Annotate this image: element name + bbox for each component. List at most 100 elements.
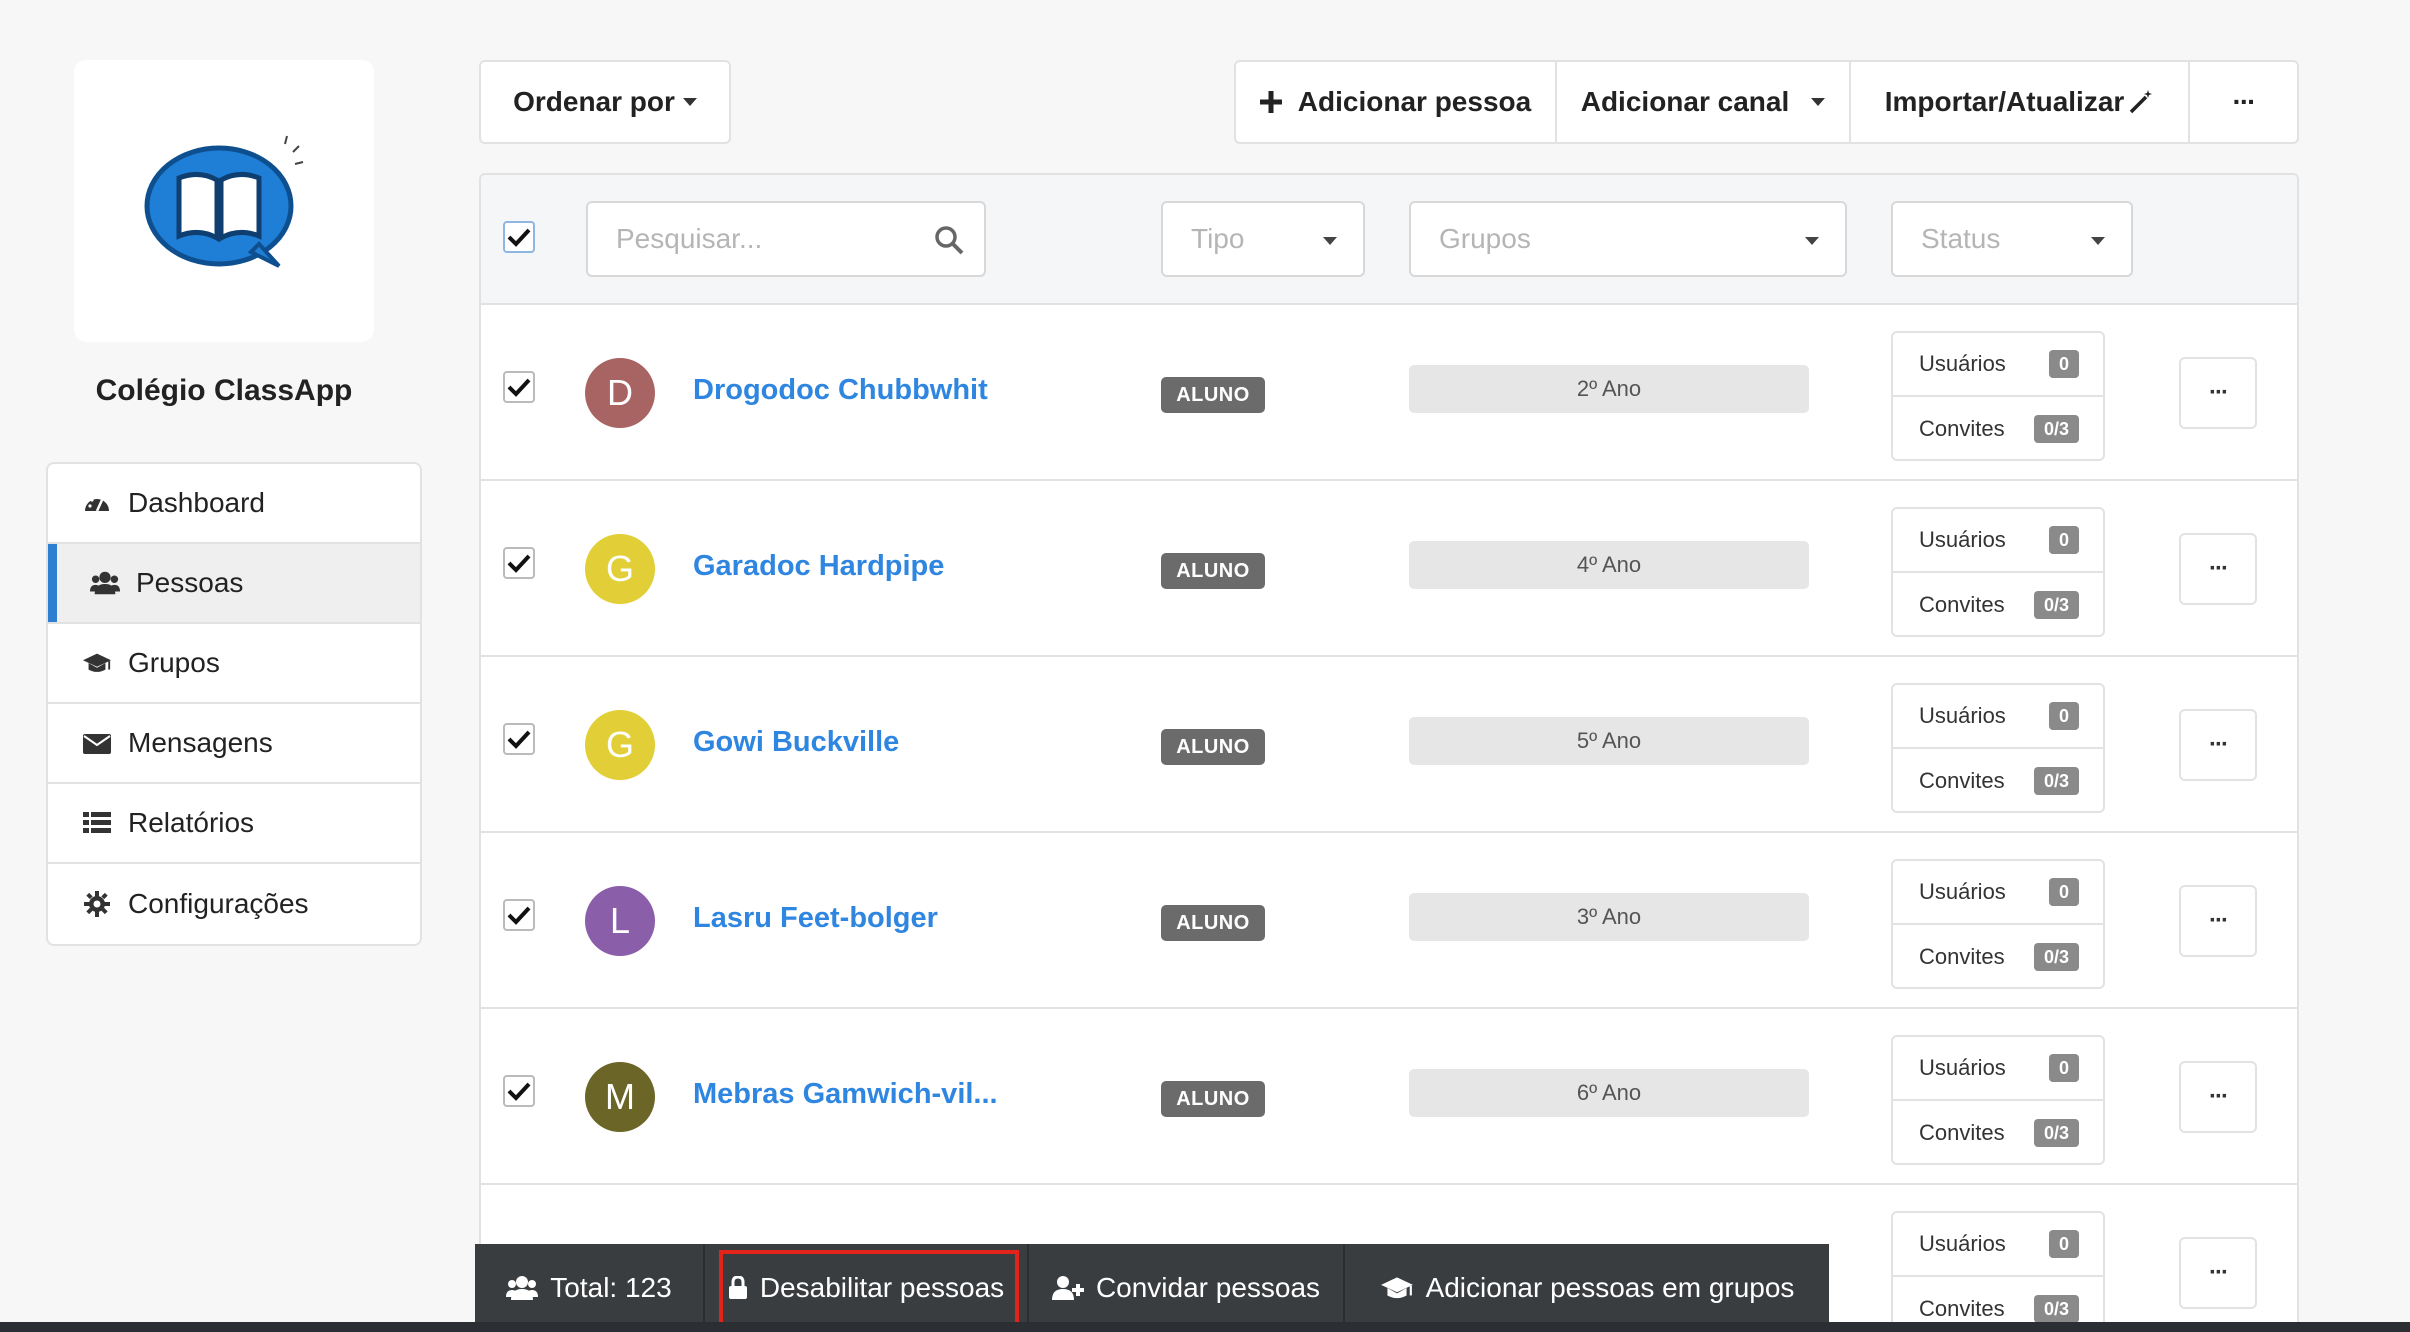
sidebar-item-mensagens[interactable]: Mensagens — [48, 704, 420, 784]
person-type-badge: ALUNO — [1161, 377, 1265, 413]
row-more-button[interactable]: ··· — [2179, 1061, 2257, 1133]
users-stat: Usuários 0 — [1893, 861, 2103, 925]
add-channel-dropdown[interactable]: Adicionar canal — [1557, 62, 1851, 142]
users-count-badge: 0 — [2048, 1054, 2079, 1082]
invites-label: Convites — [1919, 944, 2005, 969]
list-icon — [82, 808, 112, 838]
users-label: Usuários — [1919, 1055, 2006, 1080]
classapp-logo-icon — [144, 135, 304, 268]
users-stat: Usuários 0 — [1893, 509, 2103, 573]
row-checkbox[interactable] — [503, 547, 535, 579]
users-count-badge: 0 — [2048, 702, 2079, 730]
row-checkbox[interactable] — [503, 723, 535, 755]
invites-label: Convites — [1919, 1120, 2005, 1145]
import-update-button[interactable]: Importar/Atualizar — [1851, 62, 2190, 142]
invites-label: Convites — [1919, 1296, 2005, 1321]
select-all-checkbox[interactable] — [503, 221, 535, 253]
users-stat: Usuários 0 — [1893, 685, 2103, 749]
avatar-initial: D — [607, 372, 633, 413]
ellipsis-icon: ··· — [2209, 1259, 2229, 1286]
status-box: Usuários 0 Convites 0/3 — [1891, 1035, 2105, 1165]
users-count-badge: 0 — [2048, 526, 2079, 554]
user-plus-icon — [1051, 1276, 1084, 1300]
row-more-button[interactable]: ··· — [2179, 357, 2257, 429]
person-name-link[interactable]: Gowi Buckville — [693, 726, 899, 759]
check-icon — [507, 1082, 531, 1101]
logo[interactable] — [74, 60, 374, 342]
invites-count-badge: 0/3 — [2033, 767, 2079, 795]
more-options-button[interactable]: ··· — [2190, 62, 2297, 142]
invite-people-button[interactable]: Convidar pessoas — [1029, 1244, 1345, 1332]
sidebar-item-relatorios[interactable]: Relatórios — [48, 784, 420, 864]
users-label: Usuários — [1919, 527, 2006, 552]
row-checkbox[interactable] — [503, 371, 535, 403]
person-name-link[interactable]: Garadoc Hardpipe — [693, 550, 944, 583]
person-name-link[interactable]: Mebras Gamwich-vil... — [693, 1078, 998, 1111]
row-more-button[interactable]: ··· — [2179, 1237, 2257, 1309]
users-icon — [506, 1276, 539, 1300]
toolbar-button-group: Adicionar pessoa Adicionar canal Importa… — [1234, 60, 2299, 144]
add-people-to-groups-button[interactable]: Adicionar pessoas em grupos — [1345, 1244, 1829, 1332]
filter-row: Tipo Grupos Status — [481, 175, 2297, 305]
status-box: Usuários 0 Convites 0/3 — [1891, 507, 2105, 637]
status-box: Usuários 0 Convites 0/3 — [1891, 1211, 2105, 1330]
row-more-button[interactable]: ··· — [2179, 885, 2257, 957]
status-filter-dropdown[interactable]: Status — [1891, 201, 2133, 277]
search-icon — [935, 226, 964, 255]
person-name-link[interactable]: Drogodoc Chubbwhit — [693, 374, 988, 407]
group-chip[interactable]: 4º Ano — [1409, 541, 1809, 589]
group-chip[interactable]: 3º Ano — [1409, 893, 1809, 941]
avatar: D — [585, 358, 655, 428]
sidebar-item-dashboard[interactable]: Dashboard — [48, 464, 420, 544]
add-person-button[interactable]: Adicionar pessoa — [1236, 62, 1557, 142]
plus-icon — [1259, 91, 1282, 113]
group-chip[interactable]: 2º Ano — [1409, 365, 1809, 413]
order-by-dropdown[interactable]: Ordenar por — [479, 60, 731, 144]
invites-stat: Convites 0/3 — [1893, 1101, 2103, 1165]
search-input[interactable] — [586, 201, 986, 277]
caret-down-icon — [2091, 237, 2105, 245]
row-checkbox[interactable] — [503, 1075, 535, 1107]
check-icon — [507, 378, 531, 397]
invites-stat: Convites 0/3 — [1893, 573, 2103, 637]
sidebar-item-label: Relatórios — [128, 807, 255, 838]
users-label: Usuários — [1919, 1231, 2006, 1256]
sidebar-item-label: Configurações — [128, 888, 309, 919]
lock-icon — [728, 1276, 747, 1299]
magic-wand-icon — [2130, 90, 2153, 114]
person-name-link[interactable]: Lasru Feet-bolger — [693, 902, 938, 935]
sidebar-item-configuracoes[interactable]: Configurações — [48, 864, 420, 944]
sidebar-item-label: Mensagens — [128, 727, 273, 758]
status-box: Usuários 0 Convites 0/3 — [1891, 683, 2105, 813]
caret-down-icon — [682, 98, 697, 106]
add-people-to-groups-label: Adicionar pessoas em grupos — [1425, 1272, 1795, 1303]
invites-stat: Convites 0/3 — [1893, 749, 2103, 813]
status-box: Usuários 0 Convites 0/3 — [1891, 331, 2105, 461]
ellipsis-icon: ··· — [2209, 907, 2229, 934]
status-box: Usuários 0 Convites 0/3 — [1891, 859, 2105, 989]
group-chip[interactable]: 6º Ano — [1409, 1069, 1809, 1117]
avatar: M — [585, 1062, 655, 1132]
caret-down-icon — [1811, 98, 1826, 106]
type-filter-placeholder: Tipo — [1191, 223, 1245, 254]
invites-count-badge: 0/3 — [2033, 591, 2079, 619]
ellipsis-icon: ··· — [2232, 86, 2257, 117]
row-more-button[interactable]: ··· — [2179, 533, 2257, 605]
search-field[interactable] — [616, 223, 916, 255]
group-chip[interactable]: 5º Ano — [1409, 717, 1809, 765]
row-checkbox[interactable] — [503, 899, 535, 931]
type-filter-dropdown[interactable]: Tipo — [1161, 201, 1365, 277]
sidebar-item-pessoas[interactable]: Pessoas — [48, 544, 420, 624]
users-label: Usuários — [1919, 351, 2006, 376]
status-filter-placeholder: Status — [1921, 223, 2001, 254]
bulk-action-bar: Total: 123 Desabilitar pessoas Convidar … — [475, 1244, 1829, 1332]
table-row: L Lasru Feet-bolger ALUNO 3º Ano Usuários 0 … — [481, 833, 2297, 1009]
order-by-label: Ordenar por — [513, 86, 675, 117]
row-more-button[interactable]: ··· — [2179, 709, 2257, 781]
table-row: G Garadoc Hardpipe ALUNO 4º Ano Usuários 0 C… — [481, 481, 2297, 657]
avatar-initial: L — [609, 900, 631, 941]
sidebar-item-grupos[interactable]: Grupos — [48, 624, 420, 704]
groups-filter-dropdown[interactable]: Grupos — [1409, 201, 1847, 277]
disable-people-button[interactable]: Desabilitar pessoas — [705, 1244, 1029, 1332]
avatar: L — [585, 886, 655, 956]
